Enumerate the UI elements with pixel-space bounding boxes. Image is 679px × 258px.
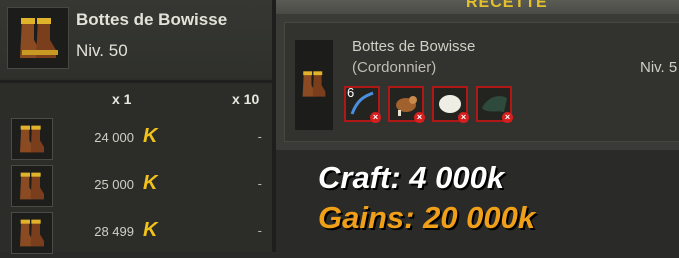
- kama-icon: K: [143, 219, 158, 241]
- item-icon-slot[interactable]: [7, 7, 69, 69]
- boots-icon: [20, 125, 44, 153]
- craft-cost-text: Craft: 4 000k: [318, 160, 505, 195]
- recipe-job: (Cordonnier): [352, 59, 437, 76]
- kama-icon: K: [143, 172, 158, 194]
- recipe-item-name: Bottes de Bowisse: [352, 38, 476, 55]
- row-item-icon-slot: [11, 165, 53, 207]
- price-x10: -: [257, 223, 262, 238]
- item-panel: Bottes de Bowisse Niv. 50 x 1 x 10 24 00…: [0, 0, 272, 254]
- item-name: Bottes de Bowisse: [76, 10, 228, 29]
- gains-text: Gains: 20 000k: [318, 200, 536, 235]
- boots-icon: [302, 71, 326, 97]
- col-x1-header: x 1: [112, 91, 132, 107]
- missing-icon: ×: [458, 112, 469, 123]
- recipe-header: RECETTE: [466, 0, 548, 11]
- table-row[interactable]: 25 000 K -: [4, 163, 272, 207]
- row-item-icon-slot: [11, 212, 53, 254]
- price-x1: 24 000: [94, 130, 134, 145]
- missing-icon: ×: [414, 112, 425, 123]
- price-x1: 28 499: [94, 224, 134, 239]
- ingredient-slot[interactable]: ×: [432, 86, 469, 123]
- table-row[interactable]: 24 000 K -: [4, 116, 272, 160]
- table-row[interactable]: 28 499 K -: [4, 210, 272, 254]
- price-x10: -: [257, 176, 262, 191]
- boots-icon: [20, 219, 44, 247]
- recipe-panel: RECETTE Bottes de Bowisse (Cordonnier) N…: [276, 0, 679, 150]
- item-level: Niv. 50: [76, 41, 128, 60]
- row-item-icon-slot: [11, 118, 53, 160]
- ingredient-slot[interactable]: 6 ×: [344, 85, 381, 123]
- missing-icon: ×: [370, 112, 381, 123]
- recipe-level: Niv. 5: [640, 59, 678, 76]
- ingredient-slot[interactable]: ×: [476, 86, 513, 123]
- missing-icon: ×: [502, 112, 513, 123]
- col-x10-header: x 10: [232, 91, 260, 107]
- ingredient-slot[interactable]: ×: [388, 86, 425, 123]
- price-table-header: x 1 x 10: [4, 86, 272, 112]
- boots-icon: [20, 18, 58, 58]
- boots-icon: [20, 172, 44, 200]
- price-x1: 25 000: [94, 177, 134, 192]
- item-header: Bottes de Bowisse Niv. 50: [0, 0, 272, 78]
- kama-icon: K: [143, 125, 158, 147]
- divider: [0, 80, 272, 83]
- ingredient-qty: 6: [347, 85, 355, 100]
- recipe-item-icon-slot[interactable]: [295, 40, 333, 130]
- price-x10: -: [257, 129, 262, 144]
